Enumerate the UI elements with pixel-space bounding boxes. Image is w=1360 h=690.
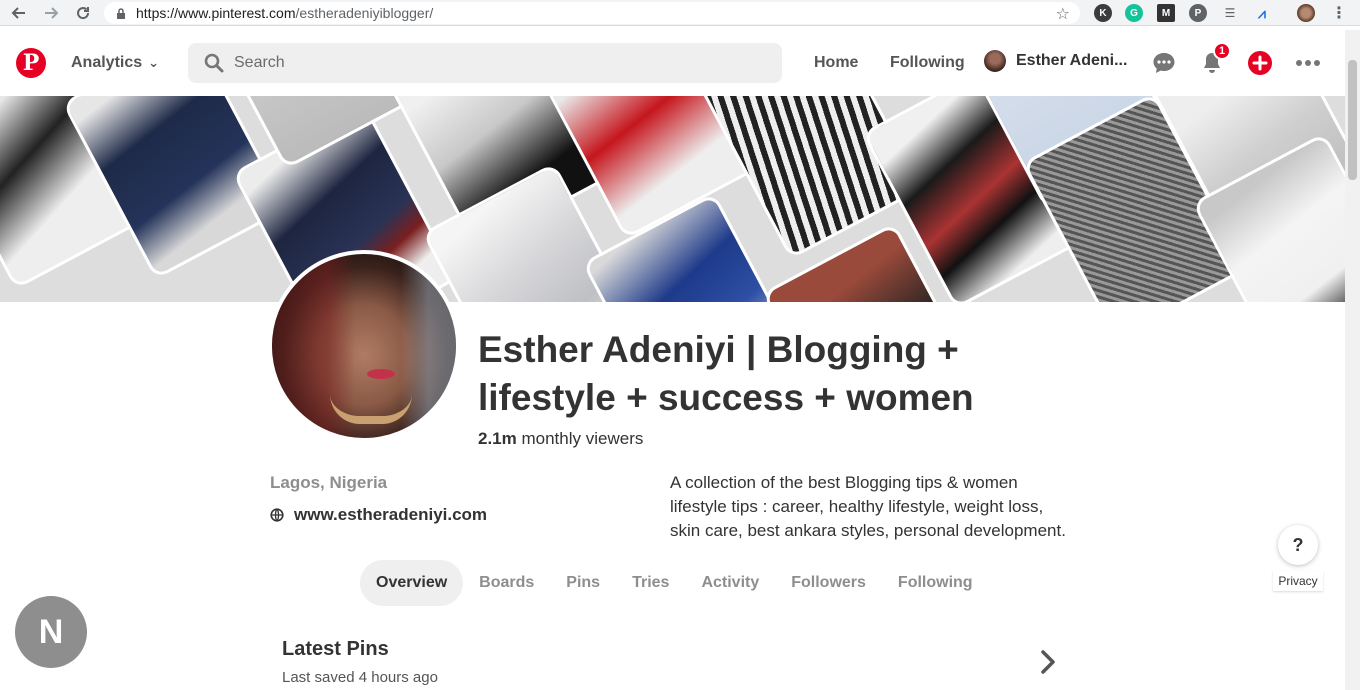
notification-badge: 1 <box>1213 42 1231 60</box>
chevron-down-icon: ⌄ <box>148 55 160 70</box>
tab-boards[interactable]: Boards <box>463 560 550 606</box>
tab-followers[interactable]: Followers <box>775 560 882 606</box>
viewers-count: 2.1m <box>478 429 517 448</box>
tab-following[interactable]: Following <box>882 560 989 606</box>
nav-home[interactable]: Home <box>814 54 858 72</box>
profile-name: Esther Adeniyi | Blogging + lifestyle + … <box>478 329 974 418</box>
privacy-link[interactable]: Privacy <box>1273 571 1323 591</box>
search-bar[interactable] <box>188 43 782 83</box>
extension-m-icon[interactable]: M <box>1157 4 1175 22</box>
url-path: /estheradeniyiblogger/ <box>295 5 434 21</box>
reload-icon[interactable] <box>72 2 94 24</box>
tab-activity[interactable]: Activity <box>685 560 775 606</box>
search-icon <box>204 53 224 73</box>
back-arrow-icon[interactable] <box>8 2 30 24</box>
messages-icon[interactable] <box>1151 50 1177 76</box>
header-avatar <box>984 50 1006 72</box>
tab-tries[interactable]: Tries <box>616 560 685 606</box>
monthly-viewers: 2.1m monthly viewers <box>478 429 643 449</box>
browser-profile-avatar[interactable] <box>1297 4 1315 22</box>
last-saved-text: Last saved 4 hours ago <box>282 669 438 686</box>
profile-tabs: Overview Boards Pins Tries Activity Foll… <box>360 560 989 606</box>
analytics-menu[interactable]: Analytics ⌄ <box>71 54 159 72</box>
globe-icon <box>270 508 284 522</box>
header-profile-link[interactable]: Esther Adeni... <box>984 50 1127 72</box>
viewers-label: monthly viewers <box>521 429 644 448</box>
grammarly-icon[interactable]: G <box>1125 4 1143 22</box>
pinterest-extension-icon[interactable]: P <box>1189 4 1207 22</box>
tab-pins[interactable]: Pins <box>550 560 616 606</box>
nav-following[interactable]: Following <box>890 54 965 72</box>
address-bar[interactable]: https://www.pinterest.com/estheradeniyib… <box>104 2 1080 24</box>
extension-wing-icon[interactable]: ⩘ <box>1253 4 1271 22</box>
profile-bio: A collection of the best Blogging tips &… <box>670 473 1066 540</box>
scrollbar-thumb[interactable] <box>1348 60 1357 180</box>
notifications-bell-icon[interactable]: 1 <box>1199 42 1231 76</box>
url-host: https://www.pinterest.com <box>136 5 296 21</box>
website-text: www.estheradeniyi.com <box>294 505 488 524</box>
pinterest-logo-icon[interactable]: P <box>16 48 46 78</box>
profile-cover-collage <box>0 96 1345 302</box>
header-profile-name: Esther Adeni... <box>1016 52 1128 69</box>
extension-k-icon[interactable]: K <box>1094 4 1112 22</box>
create-plus-icon[interactable] <box>1247 50 1273 76</box>
extension-lines-icon[interactable]: ☰ <box>1221 4 1239 22</box>
avatar-detail <box>367 369 395 379</box>
latest-pins-heading[interactable]: Latest Pins <box>282 638 389 661</box>
tab-overview[interactable]: Overview <box>360 560 464 606</box>
bookmark-star-icon[interactable]: ☆ <box>1056 4 1070 24</box>
browser-menu-icon[interactable]: ⋮ <box>1330 4 1348 22</box>
user-initial-avatar[interactable]: N <box>15 596 87 668</box>
chevron-right-icon[interactable] <box>1036 648 1060 676</box>
lock-icon <box>117 7 125 19</box>
help-button[interactable]: ? <box>1278 525 1318 565</box>
profile-avatar[interactable] <box>268 250 460 442</box>
pinterest-header: P Analytics ⌄ Home Following Esther Adeni… <box>0 30 1345 96</box>
browser-toolbar: https://www.pinterest.com/estheradeniyib… <box>0 0 1360 26</box>
analytics-label: Analytics <box>71 54 143 71</box>
more-options-icon[interactable] <box>1295 50 1321 76</box>
search-input[interactable] <box>234 54 754 72</box>
page-scrollbar[interactable] <box>1345 30 1360 690</box>
profile-website-link[interactable]: www.estheradeniyi.com <box>270 505 487 525</box>
profile-location: Lagos, Nigeria <box>270 473 388 492</box>
forward-arrow-icon[interactable] <box>40 2 62 24</box>
